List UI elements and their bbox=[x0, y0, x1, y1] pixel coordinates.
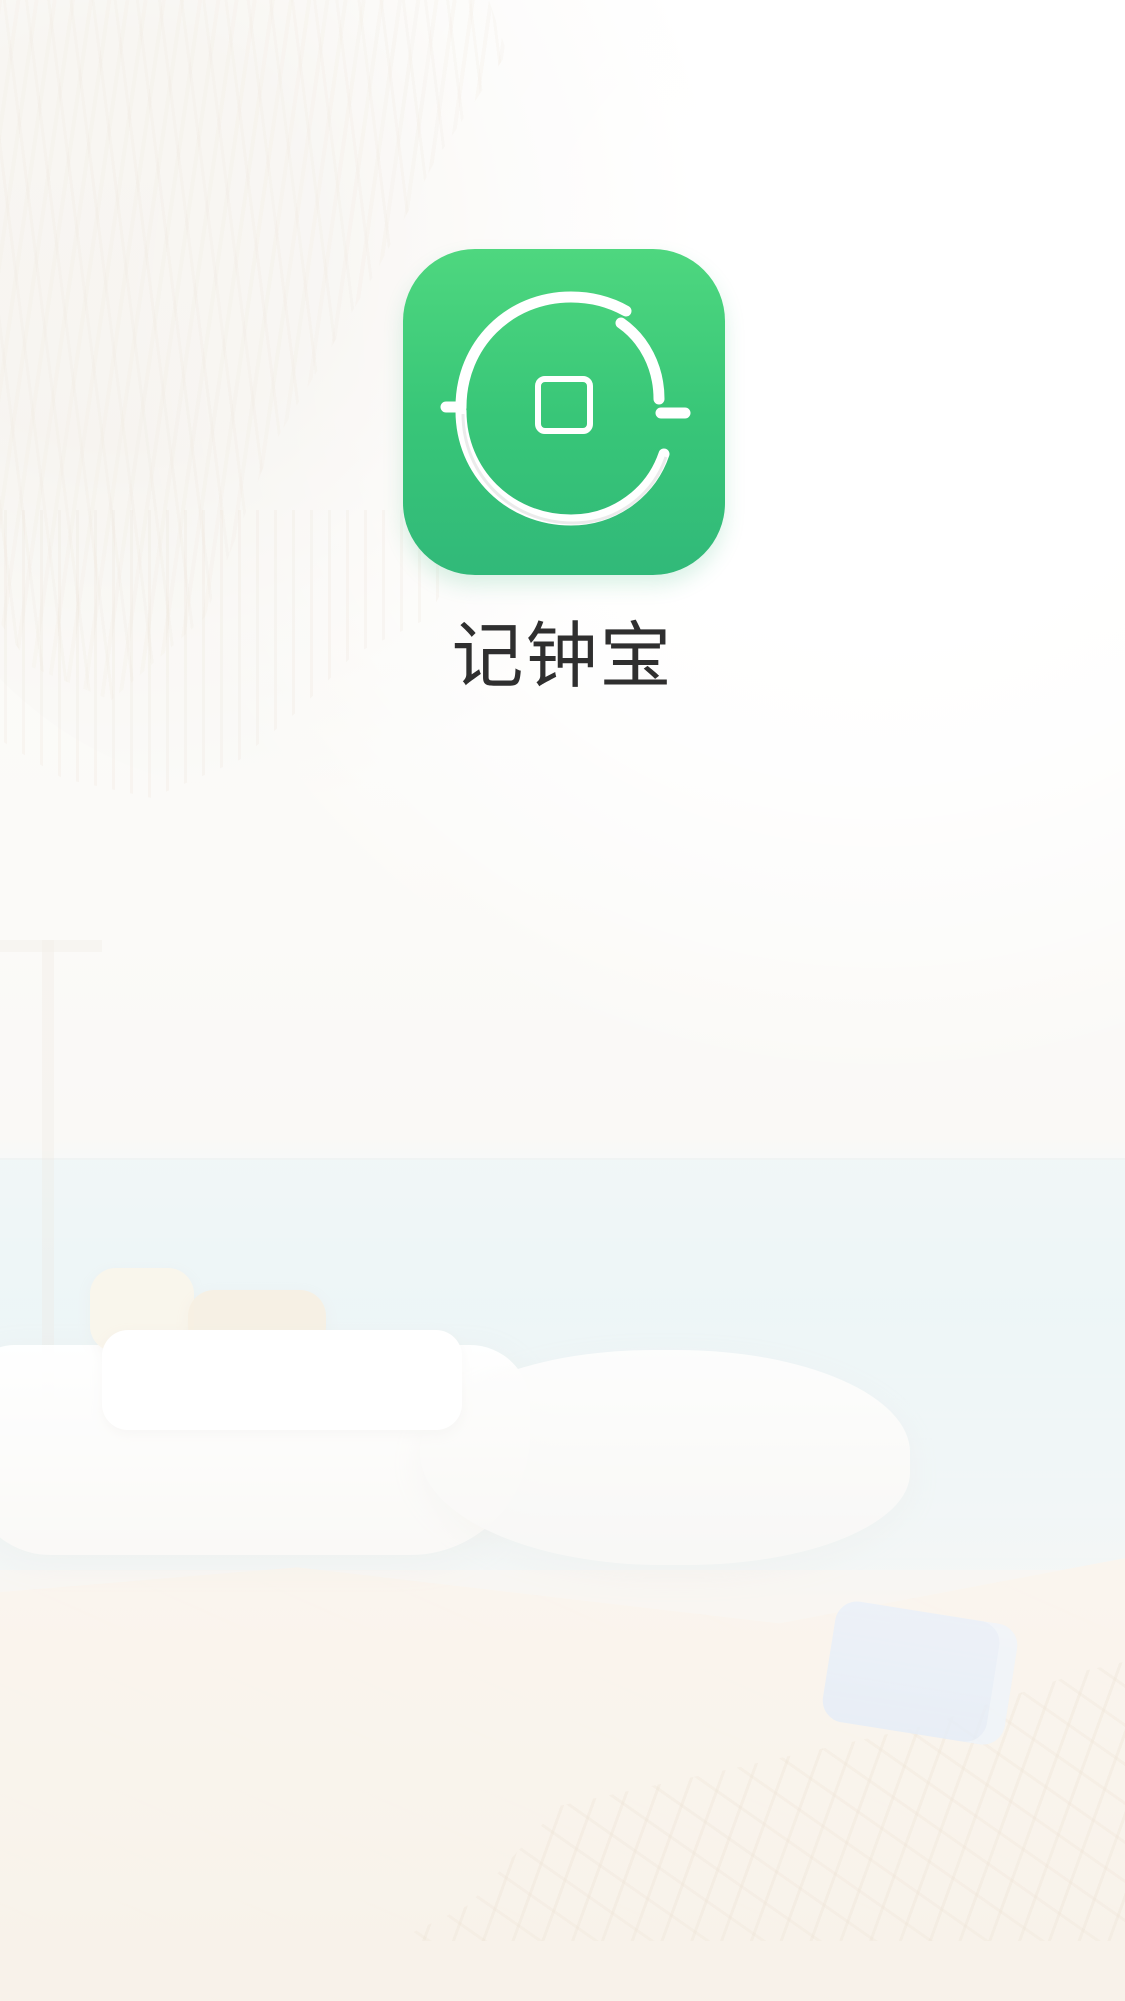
record-clock-icon bbox=[403, 249, 725, 575]
splash-screen: 记钟宝 bbox=[0, 0, 1125, 2001]
app-name: 记钟宝 bbox=[451, 614, 674, 698]
